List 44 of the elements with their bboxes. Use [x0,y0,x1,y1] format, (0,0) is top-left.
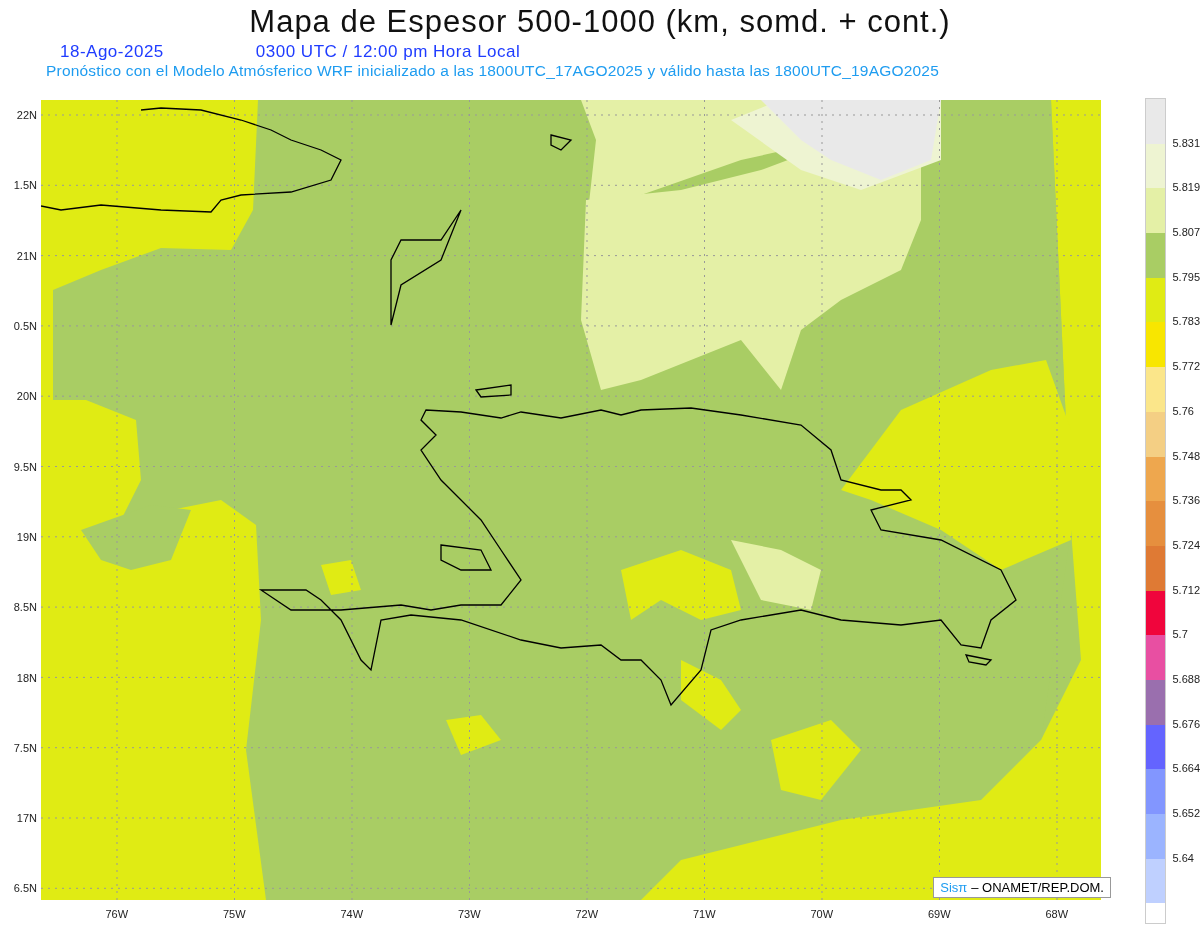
colorbar-label: 5.807 [1172,225,1200,241]
forecast-time: 0300 UTC / 12:00 pm Hora Local [255,42,521,62]
longitude-label: 68W [1044,907,1070,920]
forecast-description: Pronóstico con el Modelo Atmósferico WRF inicializado a las 1800UTC_17AGO2025 y válido hasta las 1800UTC_19AGO2025 [45,62,940,81]
longitude-label: 76W [104,907,130,920]
colorbar-label: 5.652 [1172,806,1200,821]
latitude-label: 7.5N [12,740,38,756]
longitude-label: 70W [809,907,835,920]
colorbar-label: 5.724 [1172,537,1200,553]
latitude-label: 21N [15,248,38,264]
longitude-label: 73W [456,907,482,920]
colorbar-label: 5.819 [1172,180,1200,196]
colorbar-label: 5.748 [1172,448,1200,464]
colorbar-label: 5.712 [1172,582,1200,598]
colorbar-label: 5.831 [1172,135,1200,151]
colorbar-label: 5.736 [1172,493,1200,509]
latitude-label: 0.5N [12,319,38,335]
colorbar-label: 5.64 [1172,850,1195,866]
longitude-label: 71W [691,907,717,920]
longitude-label: 75W [221,907,247,920]
colorbar-label: 5.772 [1172,359,1200,375]
latitude-label: 8.5N [12,600,38,616]
colorbar-label: 5.664 [1172,761,1200,777]
colorbar-label: 5.688 [1172,671,1200,687]
latitude-label: 19N [15,529,38,545]
credit-text: – ONAMET/REP.DOM. [971,880,1104,895]
latitude-label: 18N [15,670,38,686]
latitude-label: 6.5N [12,881,38,897]
longitude-label: 74W [339,907,365,920]
colorbar-label: 5.676 [1172,716,1200,732]
forecast-date: 18-Ago-2025 [60,42,164,62]
brand-text: Sisπ [940,880,968,895]
latitude-label: 22N [15,108,38,124]
map-title: Mapa de Espesor 500-1000 (km, somd. + cont.) [248,4,952,41]
colorbar-label: 5.783 [1172,314,1200,330]
colorbar-label: 5.76 [1172,403,1195,419]
latitude-label: 20N [15,389,38,405]
colorbar-label: 5.795 [1172,269,1200,285]
latitude-label: 9.5N [12,459,38,475]
latitude-label: 1.5N [12,178,38,194]
latitude-label: 17N [15,811,38,827]
colorbar-label: 5.7 [1172,627,1189,643]
longitude-label: 69W [926,907,952,920]
longitude-label: 72W [574,907,600,920]
